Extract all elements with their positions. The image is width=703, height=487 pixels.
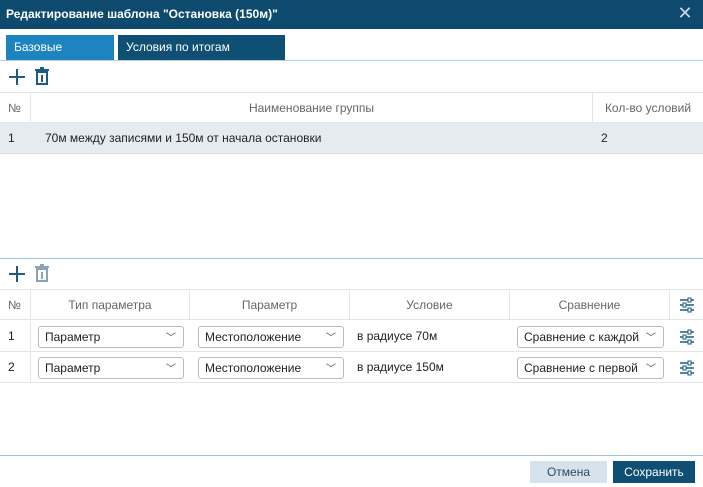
col-header-num: № xyxy=(0,93,31,122)
row-settings-icon[interactable] xyxy=(679,360,695,376)
add-group-icon[interactable] xyxy=(7,67,27,87)
dialog-titlebar: Редактирование шаблона "Остановка (150м)… xyxy=(0,0,703,29)
row-num: 1 xyxy=(0,321,31,351)
param-select[interactable]: Местоположение ﹀ xyxy=(198,357,344,379)
row-num: 2 xyxy=(0,352,31,382)
param-type-select[interactable]: Параметр ﹀ xyxy=(38,326,184,348)
comparison-select[interactable]: Сравнение с первой ﹀ xyxy=(517,357,664,379)
delete-param-icon[interactable] xyxy=(33,264,53,284)
tab-basic-conditions[interactable]: Базовые условия xyxy=(6,35,114,79)
delete-group-icon[interactable] xyxy=(33,67,53,87)
row-conditions-count: 2 xyxy=(601,131,608,145)
col-header-param-type: Тип параметра xyxy=(31,290,190,319)
col-header-group-name: Наименование группы xyxy=(31,93,593,122)
params-table-header: № Тип параметра Параметр Условие Сравнен… xyxy=(0,289,703,320)
params-toolbar xyxy=(0,259,703,289)
add-param-icon[interactable] xyxy=(7,264,27,284)
row-num: 1 xyxy=(8,131,15,145)
columns-settings-icon[interactable] xyxy=(670,290,703,319)
tab-event-result-conditions[interactable]: Условия по итогам события xyxy=(118,35,285,79)
param-type-select[interactable]: Параметр ﹀ xyxy=(38,357,184,379)
tab-bar: Базовые условия Условия по итогам событи… xyxy=(0,29,703,79)
col-header-conditions-count: Кол-во условий xyxy=(604,100,692,115)
close-icon[interactable]: ✕ xyxy=(677,4,693,22)
col-header-condition: Условие xyxy=(350,290,510,319)
cancel-button[interactable]: Отмена xyxy=(530,461,607,483)
condition-text: в радиусе 70м xyxy=(357,329,438,343)
table-row: 1 Параметр ﹀ Местоположение ﹀ в радиусе 70… xyxy=(0,321,703,352)
col-header-comparison: Сравнение xyxy=(510,290,670,319)
comparison-select[interactable]: Сравнение с каждой ﹀ xyxy=(517,326,664,348)
col-header-param: Параметр xyxy=(190,290,350,319)
col-header-num: № xyxy=(0,290,31,319)
row-group-name: 70м между записями и 150м от начала оста… xyxy=(45,131,322,145)
groups-table-header: № Наименование группы Кол-во условий xyxy=(0,92,703,123)
groups-toolbar xyxy=(0,62,703,92)
table-row: 2 Параметр ﹀ Местоположение ﹀ в радиусе 15… xyxy=(0,352,703,383)
save-button[interactable]: Сохранить xyxy=(613,461,695,483)
dialog-footer: Отмена Сохранить xyxy=(0,455,703,487)
param-select[interactable]: Местоположение ﹀ xyxy=(198,326,344,348)
condition-text: в радиусе 150м xyxy=(357,360,444,374)
table-row[interactable]: 1 70м между записями и 150м от начала ос… xyxy=(0,123,703,154)
row-settings-icon[interactable] xyxy=(679,329,695,345)
dialog-title: Редактирование шаблона "Остановка (150м)… xyxy=(6,7,278,21)
